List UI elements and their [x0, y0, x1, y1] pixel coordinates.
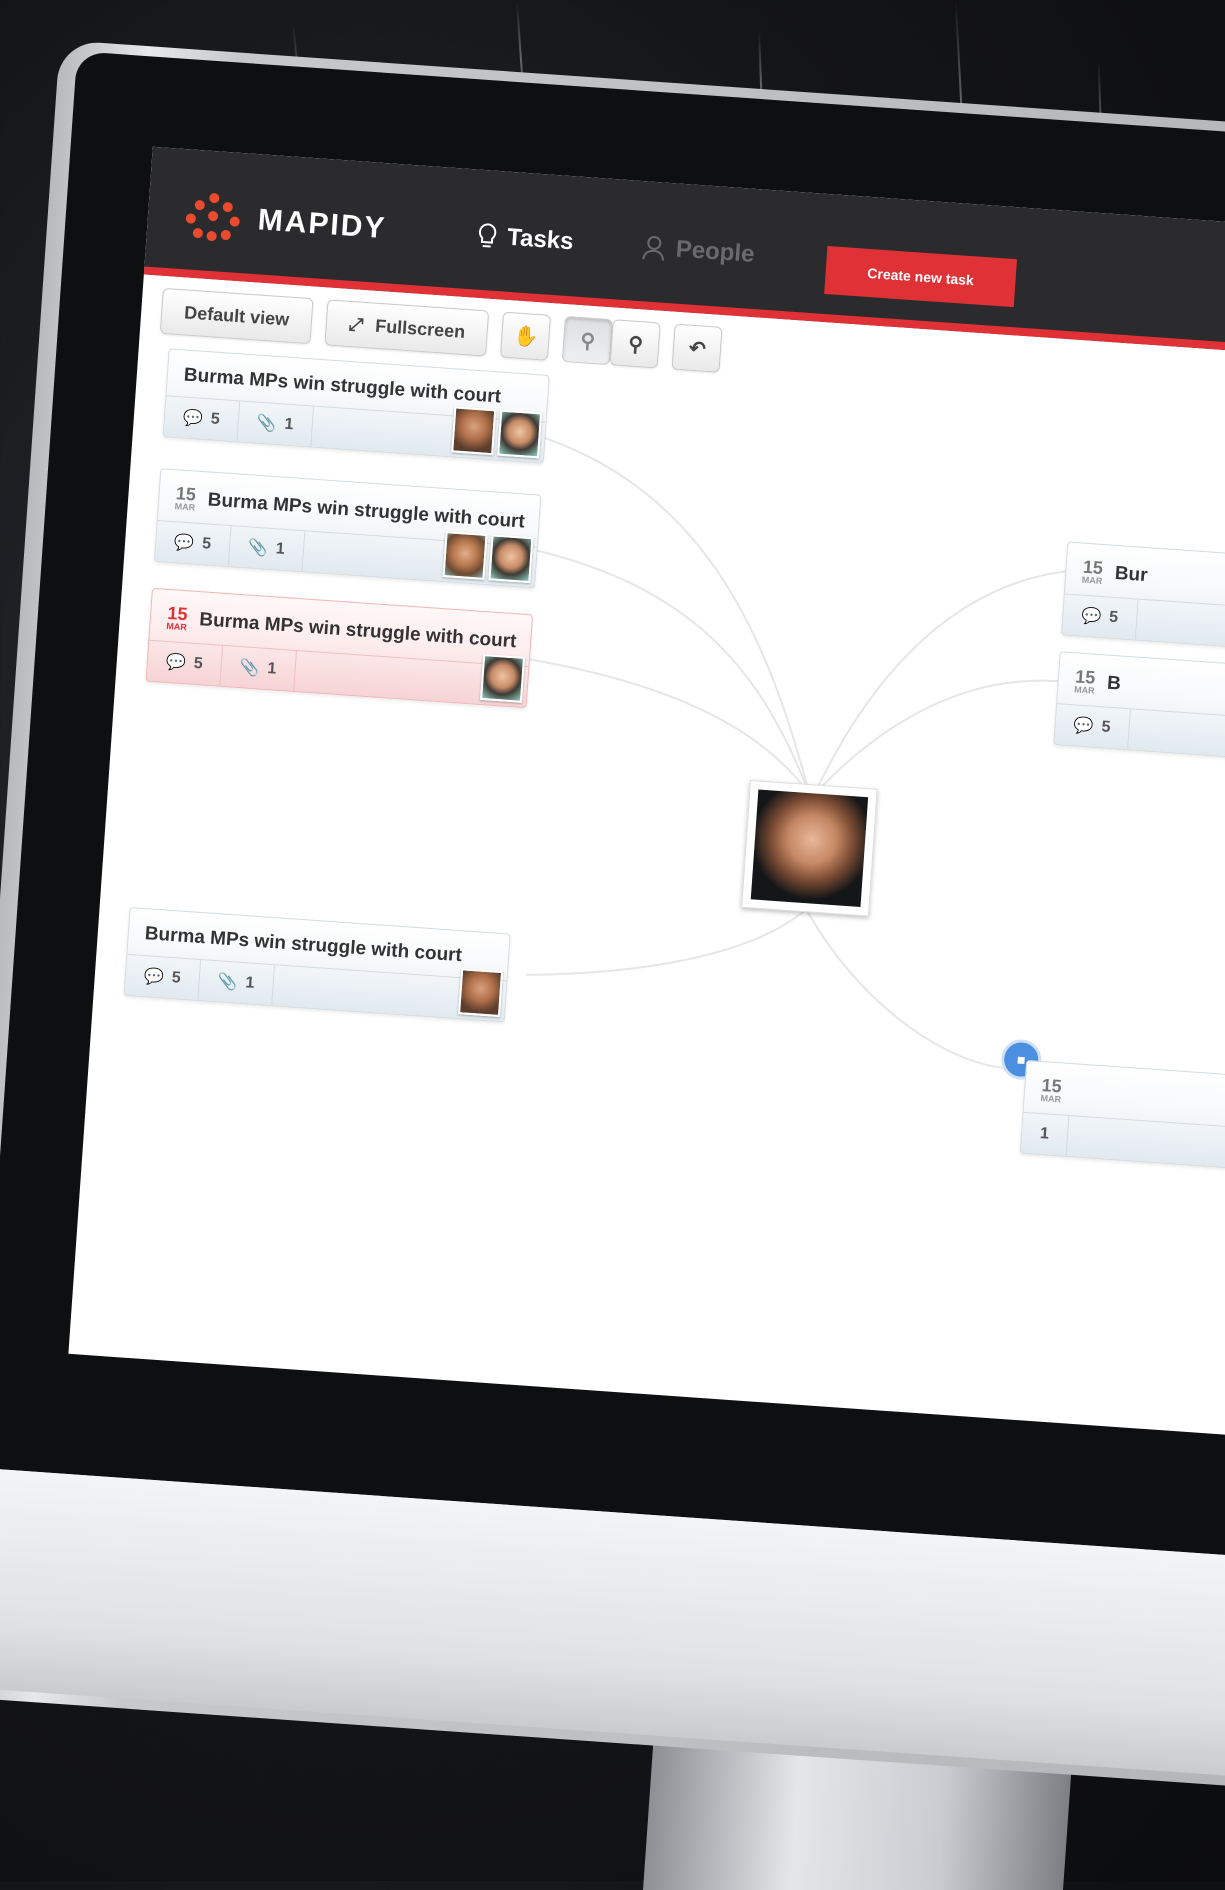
comments-count[interactable]: 💬 5	[1054, 704, 1131, 750]
comments-value: 1	[1039, 1125, 1050, 1143]
comment-icon: 💬	[173, 534, 195, 553]
comments-count[interactable]: 1	[1020, 1112, 1070, 1156]
paperclip-icon: 📎	[238, 659, 260, 678]
comments-value: 5	[1108, 608, 1119, 627]
attachments-count[interactable]: 📎 1	[228, 526, 305, 572]
person-photo	[750, 789, 869, 907]
comments-count[interactable]: 💬 5	[1061, 594, 1139, 640]
paperclip-icon: 📎	[255, 414, 278, 434]
attachments-value: 1	[244, 974, 255, 992]
assignees	[479, 654, 529, 707]
attachments-count[interactable]: 📎 1	[237, 401, 314, 447]
due-date: 15 MAR	[174, 483, 196, 513]
comments-count[interactable]: 💬 5	[163, 396, 241, 442]
avatar[interactable]	[442, 531, 488, 580]
due-month: MAR	[1081, 574, 1103, 587]
attachments-value: 1	[266, 660, 277, 678]
attachments-count[interactable]: 📎 1	[198, 960, 275, 1006]
avatar[interactable]	[497, 409, 543, 459]
due-date: 15 MAR	[1040, 1075, 1062, 1105]
attachments-count[interactable]: 📎 1	[220, 645, 297, 691]
assignees	[458, 968, 507, 1021]
avatar[interactable]	[488, 534, 534, 584]
task-title: Bur	[1114, 562, 1149, 586]
paperclip-icon: 📎	[216, 973, 238, 992]
comments-value: 5	[210, 410, 221, 429]
connection-lines	[525, 433, 1066, 1070]
comment-icon: 💬	[1073, 717, 1095, 736]
due-date: 15 MAR	[1081, 557, 1104, 587]
comments-value: 5	[1100, 718, 1112, 736]
monitor: MAPIDY Tasks People Create new task Defa…	[0, 40, 1225, 1801]
avatar[interactable]	[479, 654, 526, 703]
due-date: 15 MAR	[1073, 666, 1096, 696]
paperclip-icon: 📎	[247, 539, 269, 558]
comment-icon: 💬	[182, 409, 204, 428]
due-month: MAR	[166, 620, 188, 633]
comments-count[interactable]: 💬 5	[124, 954, 201, 1000]
comments-value: 5	[201, 535, 212, 553]
comments-count[interactable]: 💬 5	[154, 520, 232, 567]
comment-icon: 💬	[165, 653, 187, 673]
due-month: MAR	[1073, 684, 1095, 696]
comment-icon: 💬	[1080, 607, 1102, 627]
comment-icon: 💬	[143, 968, 165, 987]
central-person-node[interactable]	[741, 779, 878, 917]
due-month: MAR	[174, 501, 196, 513]
avatar[interactable]	[451, 406, 497, 456]
assignees	[442, 531, 537, 587]
attachments-value: 1	[283, 415, 294, 434]
due-month: MAR	[1040, 1092, 1062, 1105]
app-screen: MAPIDY Tasks People Create new task Defa…	[68, 146, 1225, 1446]
task-title: B	[1106, 672, 1122, 695]
avatar[interactable]	[458, 968, 504, 1018]
due-date: 15 MAR	[166, 603, 188, 633]
comments-value: 5	[171, 969, 182, 987]
attachments-value: 1	[275, 540, 286, 558]
comments-count[interactable]: 💬 5	[146, 640, 223, 686]
assignees	[451, 406, 546, 462]
comments-value: 5	[193, 654, 204, 673]
